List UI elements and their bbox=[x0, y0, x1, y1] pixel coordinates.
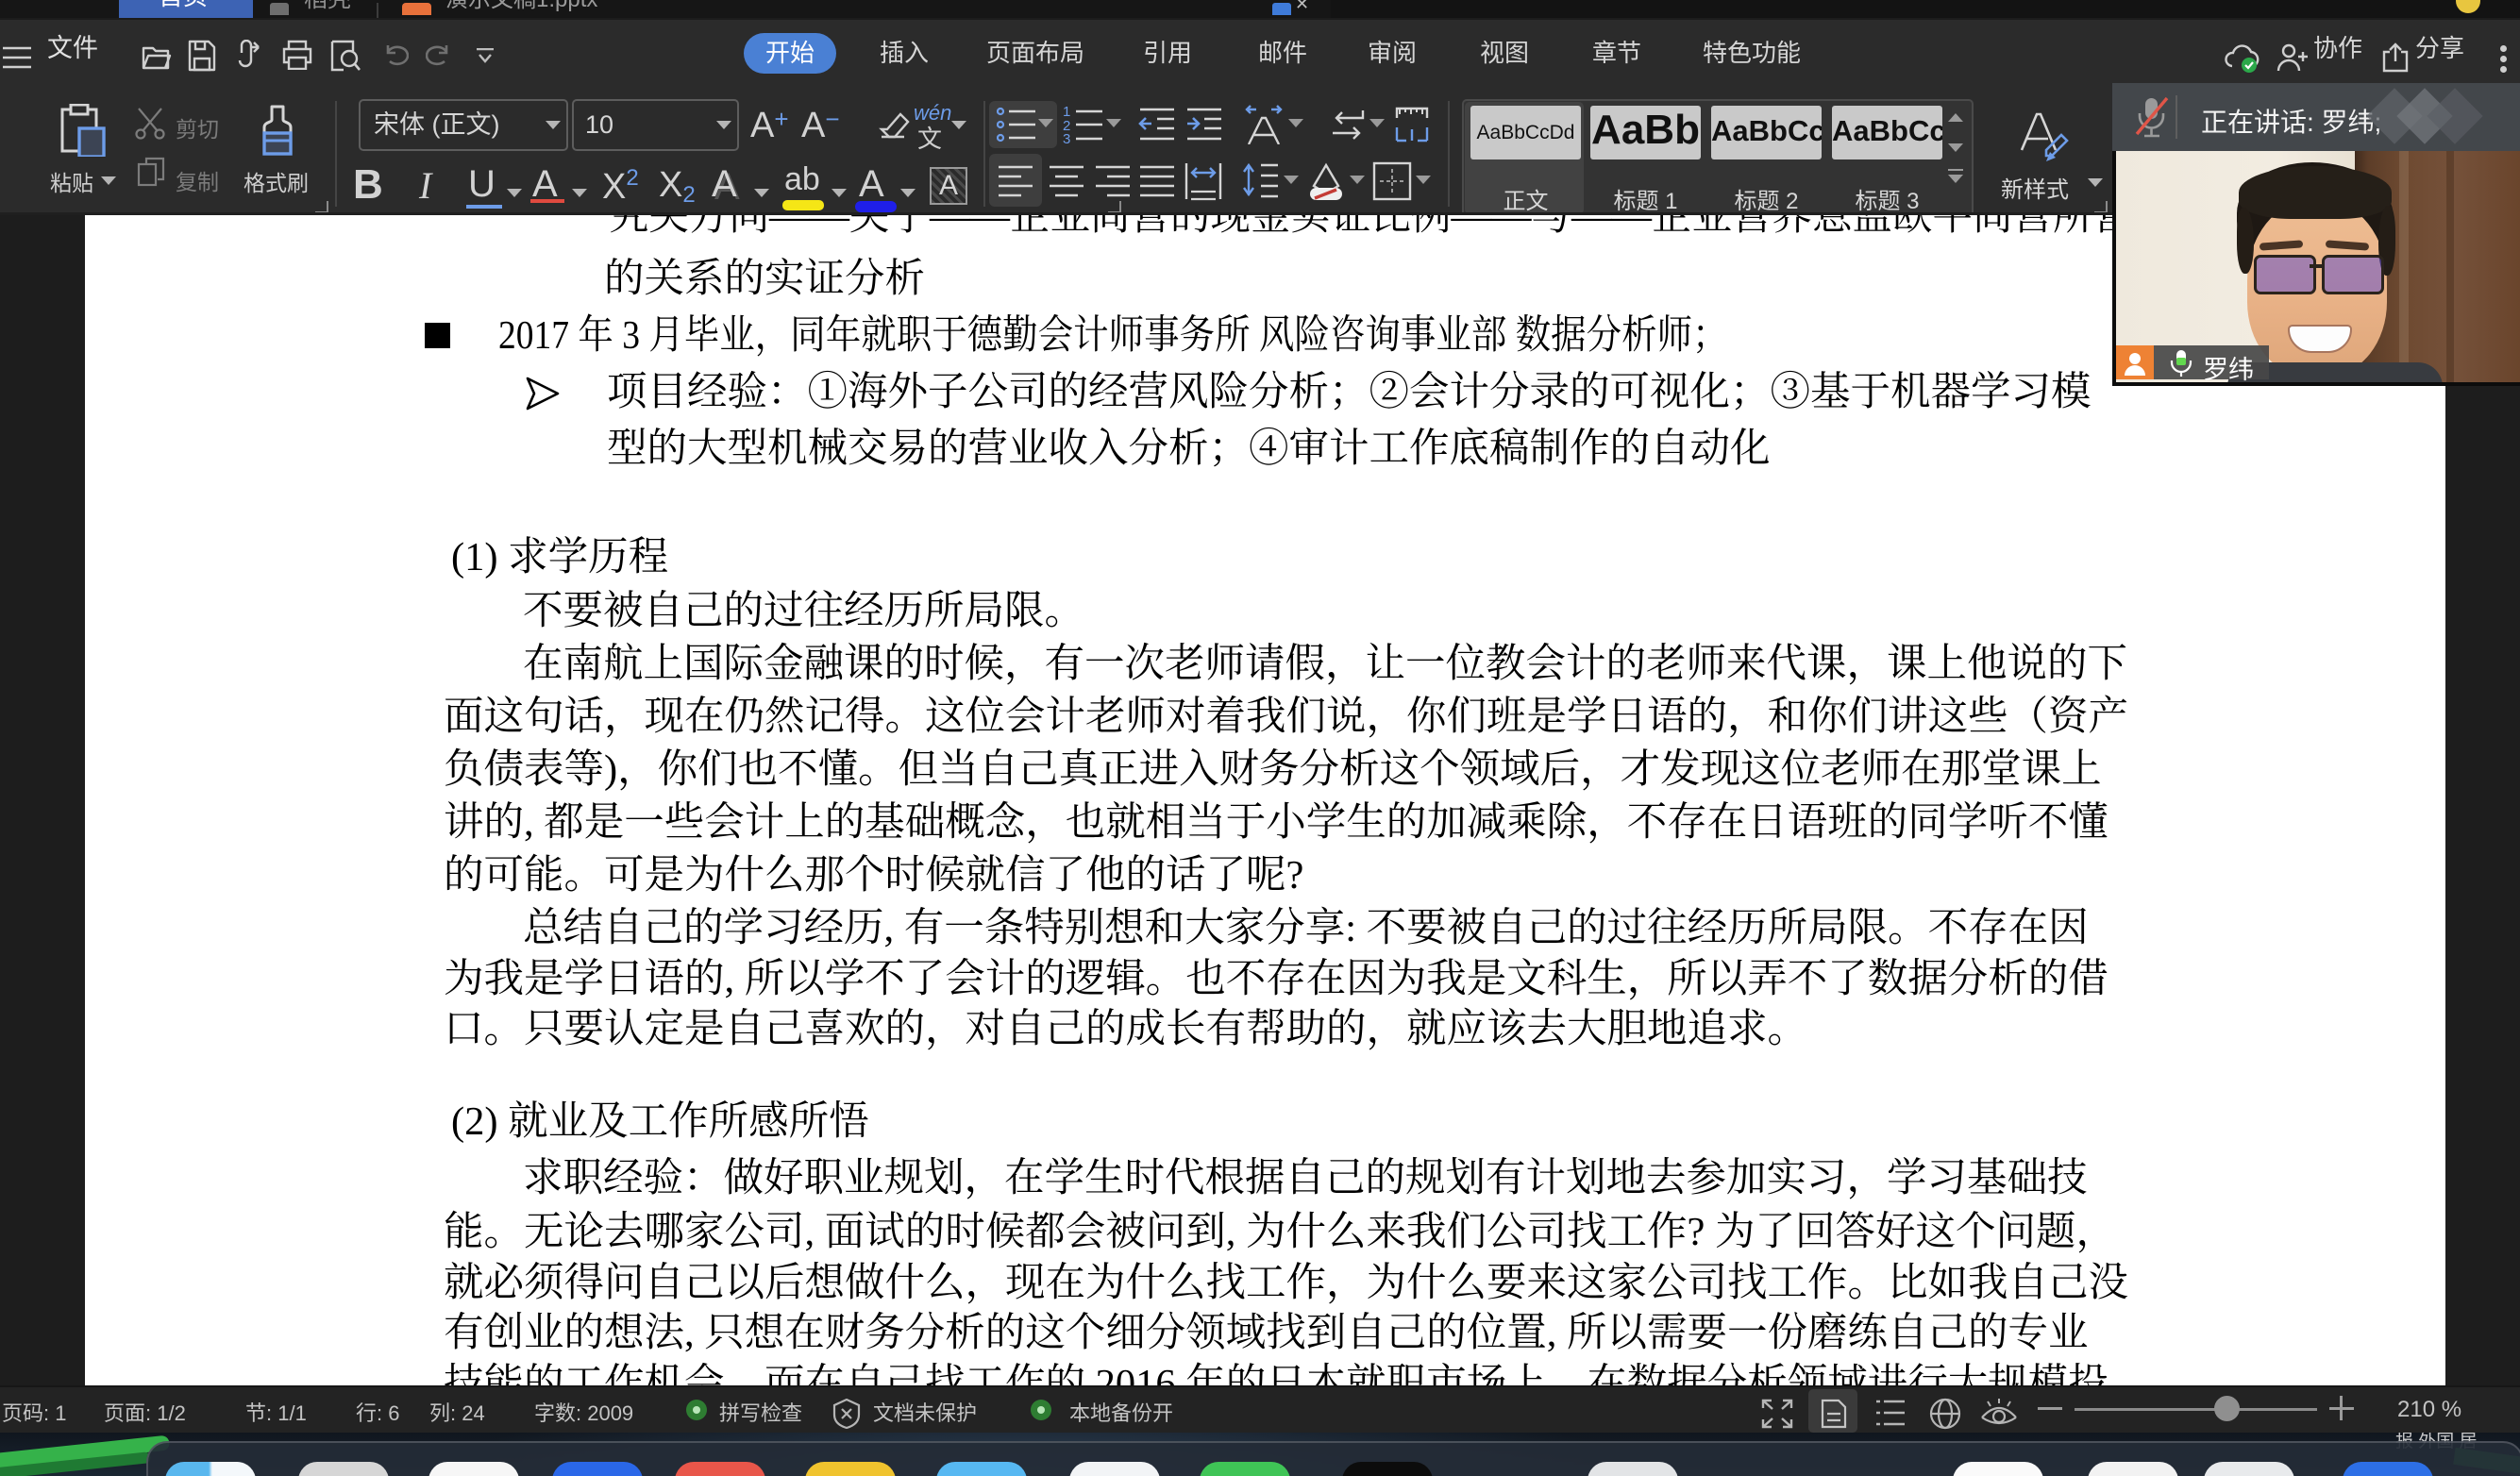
svg-text:3: 3 bbox=[1063, 131, 1070, 144]
